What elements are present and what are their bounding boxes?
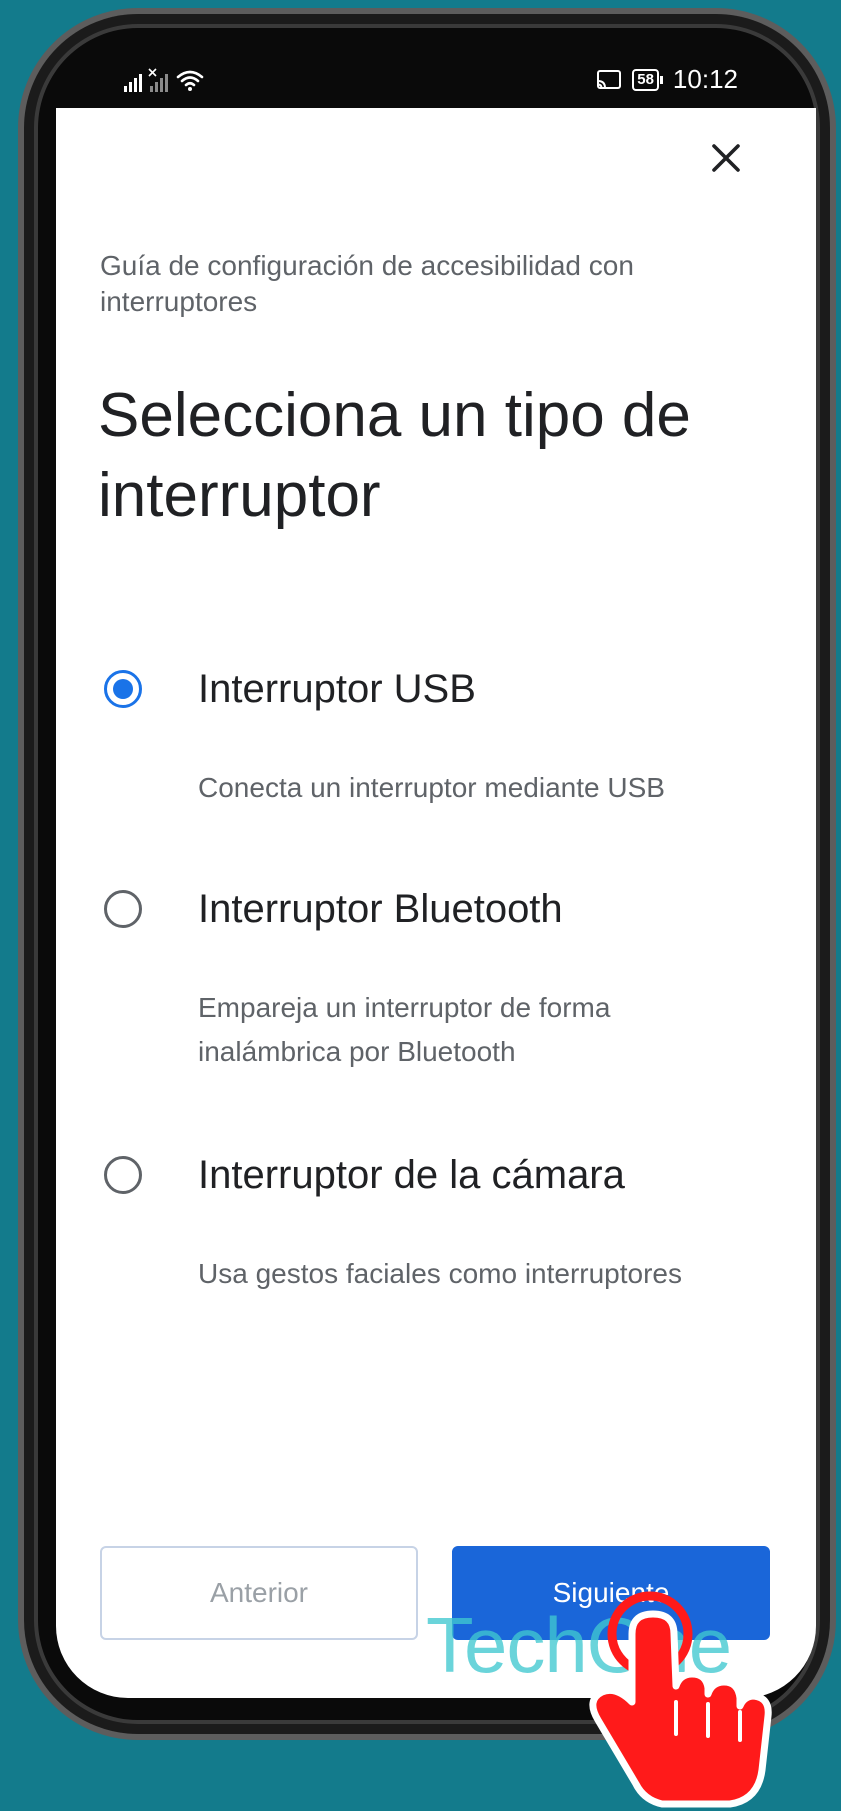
option-bluetooth-description: Empareja un interruptor de forma inalámb…: [198, 992, 611, 1067]
status-time: 10:12: [672, 64, 738, 94]
cast-icon: [597, 69, 622, 89]
wifi-icon: [176, 70, 204, 91]
battery-level: 58: [632, 68, 659, 91]
dialog-screen: Guía de configuración de accesibilidad c…: [56, 108, 816, 1698]
close-button[interactable]: [704, 136, 748, 180]
option-camera-description: Usa gestos faciales como interruptores: [198, 1258, 682, 1289]
status-left: [124, 68, 204, 92]
radio-bluetooth[interactable]: [104, 890, 142, 928]
status-right: 58 10:12: [596, 64, 738, 95]
page-title: Selecciona un tipo de interruptor: [98, 381, 691, 530]
next-button[interactable]: Siguiente: [452, 1546, 770, 1640]
signal-no-sim-icon: [148, 68, 168, 92]
previous-button[interactable]: Anterior: [100, 1546, 418, 1640]
dialog-subtitle: Guía de configuración de accesibilidad c…: [100, 250, 634, 317]
battery-icon: 58: [632, 68, 663, 91]
option-camera-label: Interruptor de la cámara: [198, 1153, 625, 1197]
option-bluetooth-label: Interruptor Bluetooth: [198, 887, 563, 931]
option-usb-description: Conecta un interruptor mediante USB: [198, 772, 665, 803]
radio-usb[interactable]: [104, 670, 142, 708]
radio-camera[interactable]: [104, 1156, 142, 1194]
option-usb-label: Interruptor USB: [198, 667, 476, 711]
close-icon: [712, 144, 740, 172]
signal-icon: [124, 70, 142, 92]
status-bar: 58 10:12: [56, 58, 816, 108]
